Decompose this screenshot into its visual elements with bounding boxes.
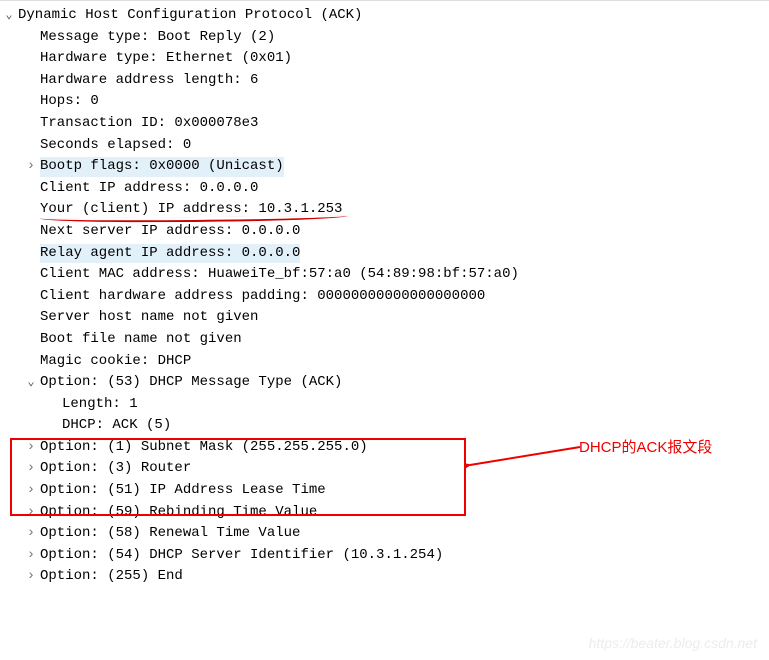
magic-cookie-label: Magic cookie: DHCP <box>40 352 191 372</box>
field-hardware-type[interactable]: Hardware type: Ethernet (0x01) <box>0 48 769 70</box>
chevron-right-icon[interactable] <box>22 546 40 566</box>
chevron-right-icon[interactable] <box>22 481 40 501</box>
padding-label: Client hardware address padding: 0000000… <box>40 287 485 307</box>
root-label: Dynamic Host Configuration Protocol (ACK… <box>18 6 362 26</box>
field-message-type[interactable]: Message type: Boot Reply (2) <box>0 27 769 49</box>
boot-file-label: Boot file name not given <box>40 330 242 350</box>
field-hops[interactable]: Hops: 0 <box>0 91 769 113</box>
option-59[interactable]: Option: (59) Rebinding Time Value <box>0 502 769 524</box>
option-53-length[interactable]: Length: 1 <box>0 394 769 416</box>
field-server-host[interactable]: Server host name not given <box>0 307 769 329</box>
field-boot-file[interactable]: Boot file name not given <box>0 329 769 351</box>
field-seconds[interactable]: Seconds elapsed: 0 <box>0 135 769 157</box>
option-3[interactable]: Option: (3) Router <box>0 458 769 480</box>
option-51[interactable]: Option: (51) IP Address Lease Time <box>0 480 769 502</box>
option-1[interactable]: Option: (1) Subnet Mask (255.255.255.0) <box>0 437 769 459</box>
chevron-right-icon[interactable] <box>22 157 40 177</box>
client-ip-label: Client IP address: 0.0.0.0 <box>40 179 258 199</box>
bootp-flags-label: Bootp flags: 0x0000 (Unicast) <box>40 157 284 177</box>
hops-label: Hops: 0 <box>40 92 99 112</box>
watermark: https://beater.blog.csdn.net <box>589 634 757 654</box>
chevron-right-icon[interactable] <box>22 524 40 544</box>
option-53-length-label: Length: 1 <box>62 395 138 415</box>
option-255[interactable]: Option: (255) End <box>0 566 769 588</box>
chevron-right-icon[interactable] <box>22 438 40 458</box>
field-padding[interactable]: Client hardware address padding: 0000000… <box>0 286 769 308</box>
field-hw-addr-length[interactable]: Hardware address length: 6 <box>0 70 769 92</box>
chevron-right-icon[interactable] <box>22 567 40 587</box>
chevron-down-icon[interactable] <box>22 374 40 391</box>
option-53-dhcp[interactable]: DHCP: ACK (5) <box>0 415 769 437</box>
relay-ip-label: Relay agent IP address: 0.0.0.0 <box>40 244 300 264</box>
hardware-type-label: Hardware type: Ethernet (0x01) <box>40 49 292 69</box>
option-255-label: Option: (255) End <box>40 567 183 587</box>
field-your-ip[interactable]: Your (client) IP address: 10.3.1.253 <box>0 199 769 221</box>
option-53[interactable]: Option: (53) DHCP Message Type (ACK) <box>0 372 769 394</box>
option-1-label: Option: (1) Subnet Mask (255.255.255.0) <box>40 438 368 458</box>
option-51-label: Option: (51) IP Address Lease Time <box>40 481 326 501</box>
next-server-label: Next server IP address: 0.0.0.0 <box>40 222 300 242</box>
field-relay-ip[interactable]: Relay agent IP address: 0.0.0.0 <box>0 243 769 265</box>
field-client-ip[interactable]: Client IP address: 0.0.0.0 <box>0 178 769 200</box>
client-mac-label: Client MAC address: HuaweiTe_bf:57:a0 (5… <box>40 265 519 285</box>
chevron-down-icon[interactable] <box>0 7 18 24</box>
field-client-mac[interactable]: Client MAC address: HuaweiTe_bf:57:a0 (5… <box>0 264 769 286</box>
option-58[interactable]: Option: (58) Renewal Time Value <box>0 523 769 545</box>
server-host-label: Server host name not given <box>40 308 258 328</box>
option-53-label: Option: (53) DHCP Message Type (ACK) <box>40 373 342 393</box>
hw-addr-len-label: Hardware address length: 6 <box>40 71 258 91</box>
chevron-right-icon[interactable] <box>22 503 40 523</box>
option-59-label: Option: (59) Rebinding Time Value <box>40 503 317 523</box>
message-type-label: Message type: Boot Reply (2) <box>40 28 275 48</box>
option-54-label: Option: (54) DHCP Server Identifier (10.… <box>40 546 443 566</box>
field-bootp-flags[interactable]: Bootp flags: 0x0000 (Unicast) <box>0 156 769 178</box>
packet-tree: Dynamic Host Configuration Protocol (ACK… <box>0 1 769 592</box>
option-53-dhcp-label: DHCP: ACK (5) <box>62 416 171 436</box>
transaction-id-label: Transaction ID: 0x000078e3 <box>40 114 258 134</box>
field-next-server[interactable]: Next server IP address: 0.0.0.0 <box>0 221 769 243</box>
field-transaction-id[interactable]: Transaction ID: 0x000078e3 <box>0 113 769 135</box>
chevron-right-icon[interactable] <box>22 459 40 479</box>
field-magic-cookie[interactable]: Magic cookie: DHCP <box>0 351 769 373</box>
option-58-label: Option: (58) Renewal Time Value <box>40 524 300 544</box>
option-54[interactable]: Option: (54) DHCP Server Identifier (10.… <box>0 545 769 567</box>
seconds-label: Seconds elapsed: 0 <box>40 136 191 156</box>
root-dhcp[interactable]: Dynamic Host Configuration Protocol (ACK… <box>0 5 769 27</box>
option-3-label: Option: (3) Router <box>40 459 191 479</box>
your-ip-label: Your (client) IP address: 10.3.1.253 <box>40 200 342 220</box>
